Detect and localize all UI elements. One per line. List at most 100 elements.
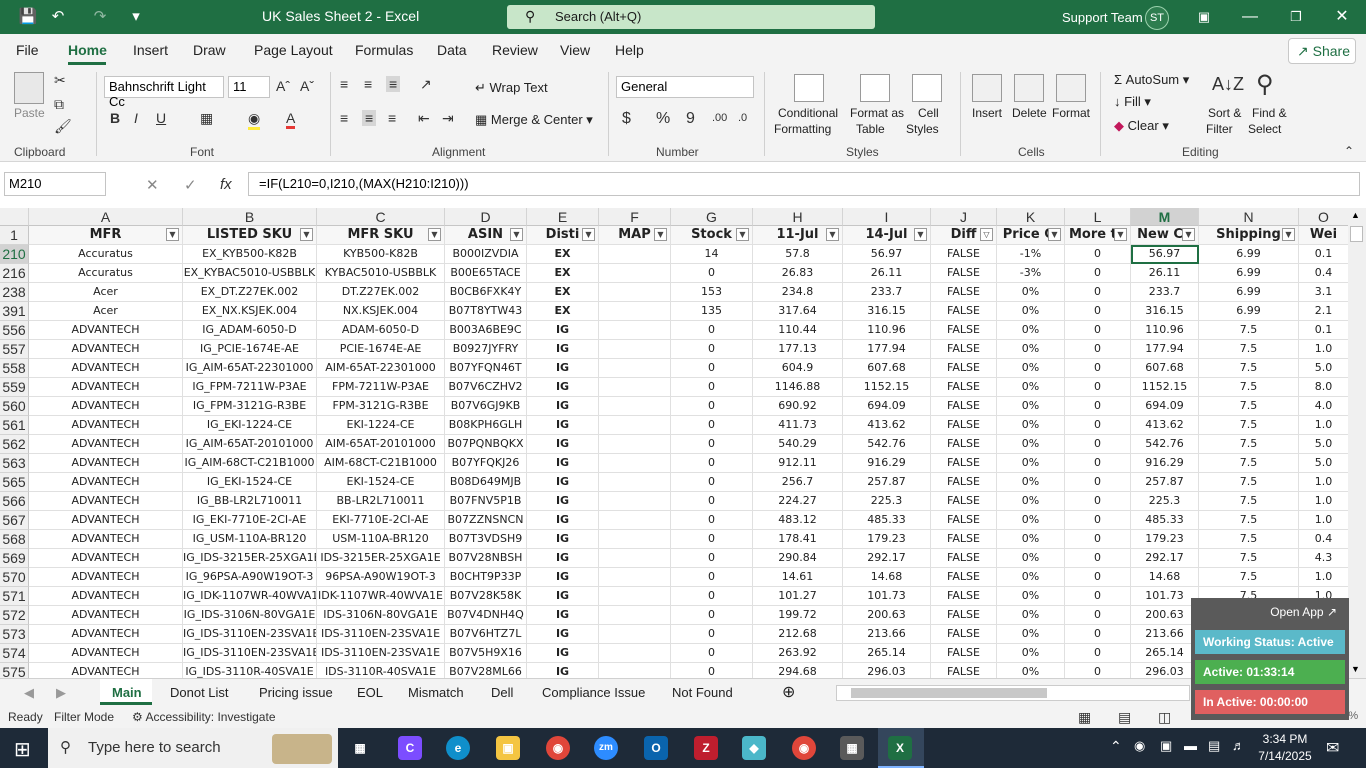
bold-icon[interactable]: B: [110, 110, 120, 126]
table-cell[interactable]: IG_PCIE-1674E-AE: [183, 340, 317, 359]
sheet-tab-dell[interactable]: Dell: [491, 685, 513, 700]
table-cell[interactable]: 14.68: [843, 568, 931, 587]
collapse-ribbon-icon[interactable]: ⌃: [1344, 144, 1354, 158]
table-cell[interactable]: [599, 264, 671, 283]
table-cell[interactable]: 200.63: [1131, 606, 1199, 625]
table-cell[interactable]: 26.11: [1131, 264, 1199, 283]
table-cell[interactable]: 2.1: [1299, 302, 1348, 321]
table-cell[interactable]: KYB500-K82B: [317, 245, 445, 264]
cell-styles-icon[interactable]: [912, 74, 942, 102]
table-cell[interactable]: 0%: [997, 435, 1065, 454]
table-cell[interactable]: 14.68: [1131, 568, 1199, 587]
table-cell[interactable]: 0: [1065, 378, 1131, 397]
table-cell[interactable]: 101.73: [1131, 587, 1199, 606]
row-header[interactable]: 569: [0, 549, 29, 568]
fill-button[interactable]: ↓ Fill ▾: [1114, 94, 1151, 110]
row-header[interactable]: 216: [0, 264, 29, 283]
table-cell[interactable]: ADVANTECH: [29, 340, 183, 359]
table-cell[interactable]: 0: [1065, 663, 1131, 678]
row-header[interactable]: 570: [0, 568, 29, 587]
table-cell[interactable]: 0%: [997, 359, 1065, 378]
table-cell[interactable]: ADVANTECH: [29, 568, 183, 587]
table-cell[interactable]: 413.62: [1131, 416, 1199, 435]
chrome-icon[interactable]: ◉: [546, 736, 570, 760]
table-cell[interactable]: 0: [1065, 625, 1131, 644]
file-explorer-icon[interactable]: ▣: [496, 736, 520, 760]
table-cell[interactable]: 0: [1065, 321, 1131, 340]
tray-app-icon[interactable]: ◉: [1134, 738, 1145, 754]
table-cell[interactable]: 179.23: [843, 530, 931, 549]
cell-styles-label-2[interactable]: Styles: [906, 122, 939, 136]
increase-indent-icon[interactable]: ⇥: [442, 110, 454, 127]
row-header[interactable]: 561: [0, 416, 29, 435]
cut-icon[interactable]: ✂: [54, 72, 66, 89]
table-cell[interactable]: IG_EKI-1224-CE: [183, 416, 317, 435]
table-cell[interactable]: [599, 435, 671, 454]
table-cell[interactable]: 265.14: [843, 644, 931, 663]
table-cell[interactable]: 0: [1065, 359, 1131, 378]
table-cell[interactable]: 8.0: [1299, 378, 1348, 397]
table-cell[interactable]: 0%: [997, 340, 1065, 359]
table-cell[interactable]: FALSE: [931, 587, 997, 606]
table-cell[interactable]: 0: [671, 321, 753, 340]
table-cell[interactable]: IG: [527, 549, 599, 568]
table-cell[interactable]: FALSE: [931, 397, 997, 416]
horizontal-scrollbar[interactable]: [836, 685, 1190, 701]
table-cell[interactable]: 0: [1065, 264, 1131, 283]
table-cell[interactable]: 0: [671, 416, 753, 435]
filter-dropdown-icon[interactable]: ▼: [826, 228, 839, 241]
column-header-l[interactable]: L: [1065, 208, 1131, 226]
copy-icon[interactable]: ⧉: [54, 96, 64, 113]
table-cell[interactable]: IG_FPM-7211W-P3AE: [183, 378, 317, 397]
formula-input[interactable]: =IF(L210=0,I210,(MAX(H210:I210))): [248, 172, 1360, 196]
align-center-icon[interactable]: ≡: [362, 110, 377, 126]
table-cell[interactable]: 0%: [997, 321, 1065, 340]
decrease-decimal-icon[interactable]: .0: [738, 112, 747, 124]
table-cell[interactable]: 1.0: [1299, 473, 1348, 492]
table-cell[interactable]: 0.4: [1299, 264, 1348, 283]
table-cell[interactable]: 7.5: [1199, 321, 1299, 340]
row-header[interactable]: 562: [0, 435, 29, 454]
table-cell[interactable]: AIM-65AT-22301000: [317, 359, 445, 378]
filter-dropdown-icon[interactable]: ▽: [980, 228, 993, 241]
table-cell[interactable]: 0%: [997, 625, 1065, 644]
table-cell[interactable]: ADVANTECH: [29, 530, 183, 549]
vertical-scrollbar[interactable]: ▲ ▼: [1348, 208, 1366, 678]
paste-label[interactable]: Paste: [14, 106, 45, 120]
table-cell[interactable]: IG_EKI-7710E-2CI-AE: [183, 511, 317, 530]
table-cell[interactable]: 135: [671, 302, 753, 321]
row-header[interactable]: 563: [0, 454, 29, 473]
table-cell[interactable]: [599, 530, 671, 549]
horizontal-scroll-thumb[interactable]: [851, 688, 1047, 698]
find-select-icon[interactable]: ⚲: [1256, 70, 1274, 99]
font-size-select[interactable]: 11: [228, 76, 270, 98]
tab-help[interactable]: Help: [615, 42, 644, 58]
table-cell[interactable]: IG_FPM-3121G-R3BE: [183, 397, 317, 416]
table-cell[interactable]: FALSE: [931, 245, 997, 264]
table-cell[interactable]: 317.64: [753, 302, 843, 321]
table-cell[interactable]: ADVANTECH: [29, 549, 183, 568]
table-cell[interactable]: EX: [527, 245, 599, 264]
table-cell[interactable]: FALSE: [931, 644, 997, 663]
increase-font-icon[interactable]: Aˆ: [276, 78, 290, 94]
table-cell[interactable]: EX: [527, 302, 599, 321]
table-cell[interactable]: 1.0: [1299, 340, 1348, 359]
table-header-cell[interactable]: 11-Jul ▼: [753, 226, 843, 245]
table-cell[interactable]: 607.68: [843, 359, 931, 378]
sheet-tab-mismatch[interactable]: Mismatch: [408, 685, 464, 700]
table-cell[interactable]: ADVANTECH: [29, 378, 183, 397]
table-cell[interactable]: 257.87: [843, 473, 931, 492]
table-cell[interactable]: IDS-3110EN-23SVA1E: [317, 644, 445, 663]
merge-center-button[interactable]: ▦ Merge & Center ▾: [475, 112, 593, 128]
table-cell[interactable]: B0927JYFRY: [445, 340, 527, 359]
table-cell[interactable]: ADVANTECH: [29, 663, 183, 678]
table-cell[interactable]: 213.66: [843, 625, 931, 644]
table-cell[interactable]: 912.11: [753, 454, 843, 473]
table-cell[interactable]: [599, 511, 671, 530]
delete-cells-icon[interactable]: [1014, 74, 1044, 102]
format-cells-icon[interactable]: [1056, 74, 1086, 102]
comma-icon[interactable]: 9: [686, 110, 695, 128]
table-cell[interactable]: 200.63: [843, 606, 931, 625]
table-cell[interactable]: Accuratus: [29, 245, 183, 264]
table-cell[interactable]: B000IZVDIA: [445, 245, 527, 264]
